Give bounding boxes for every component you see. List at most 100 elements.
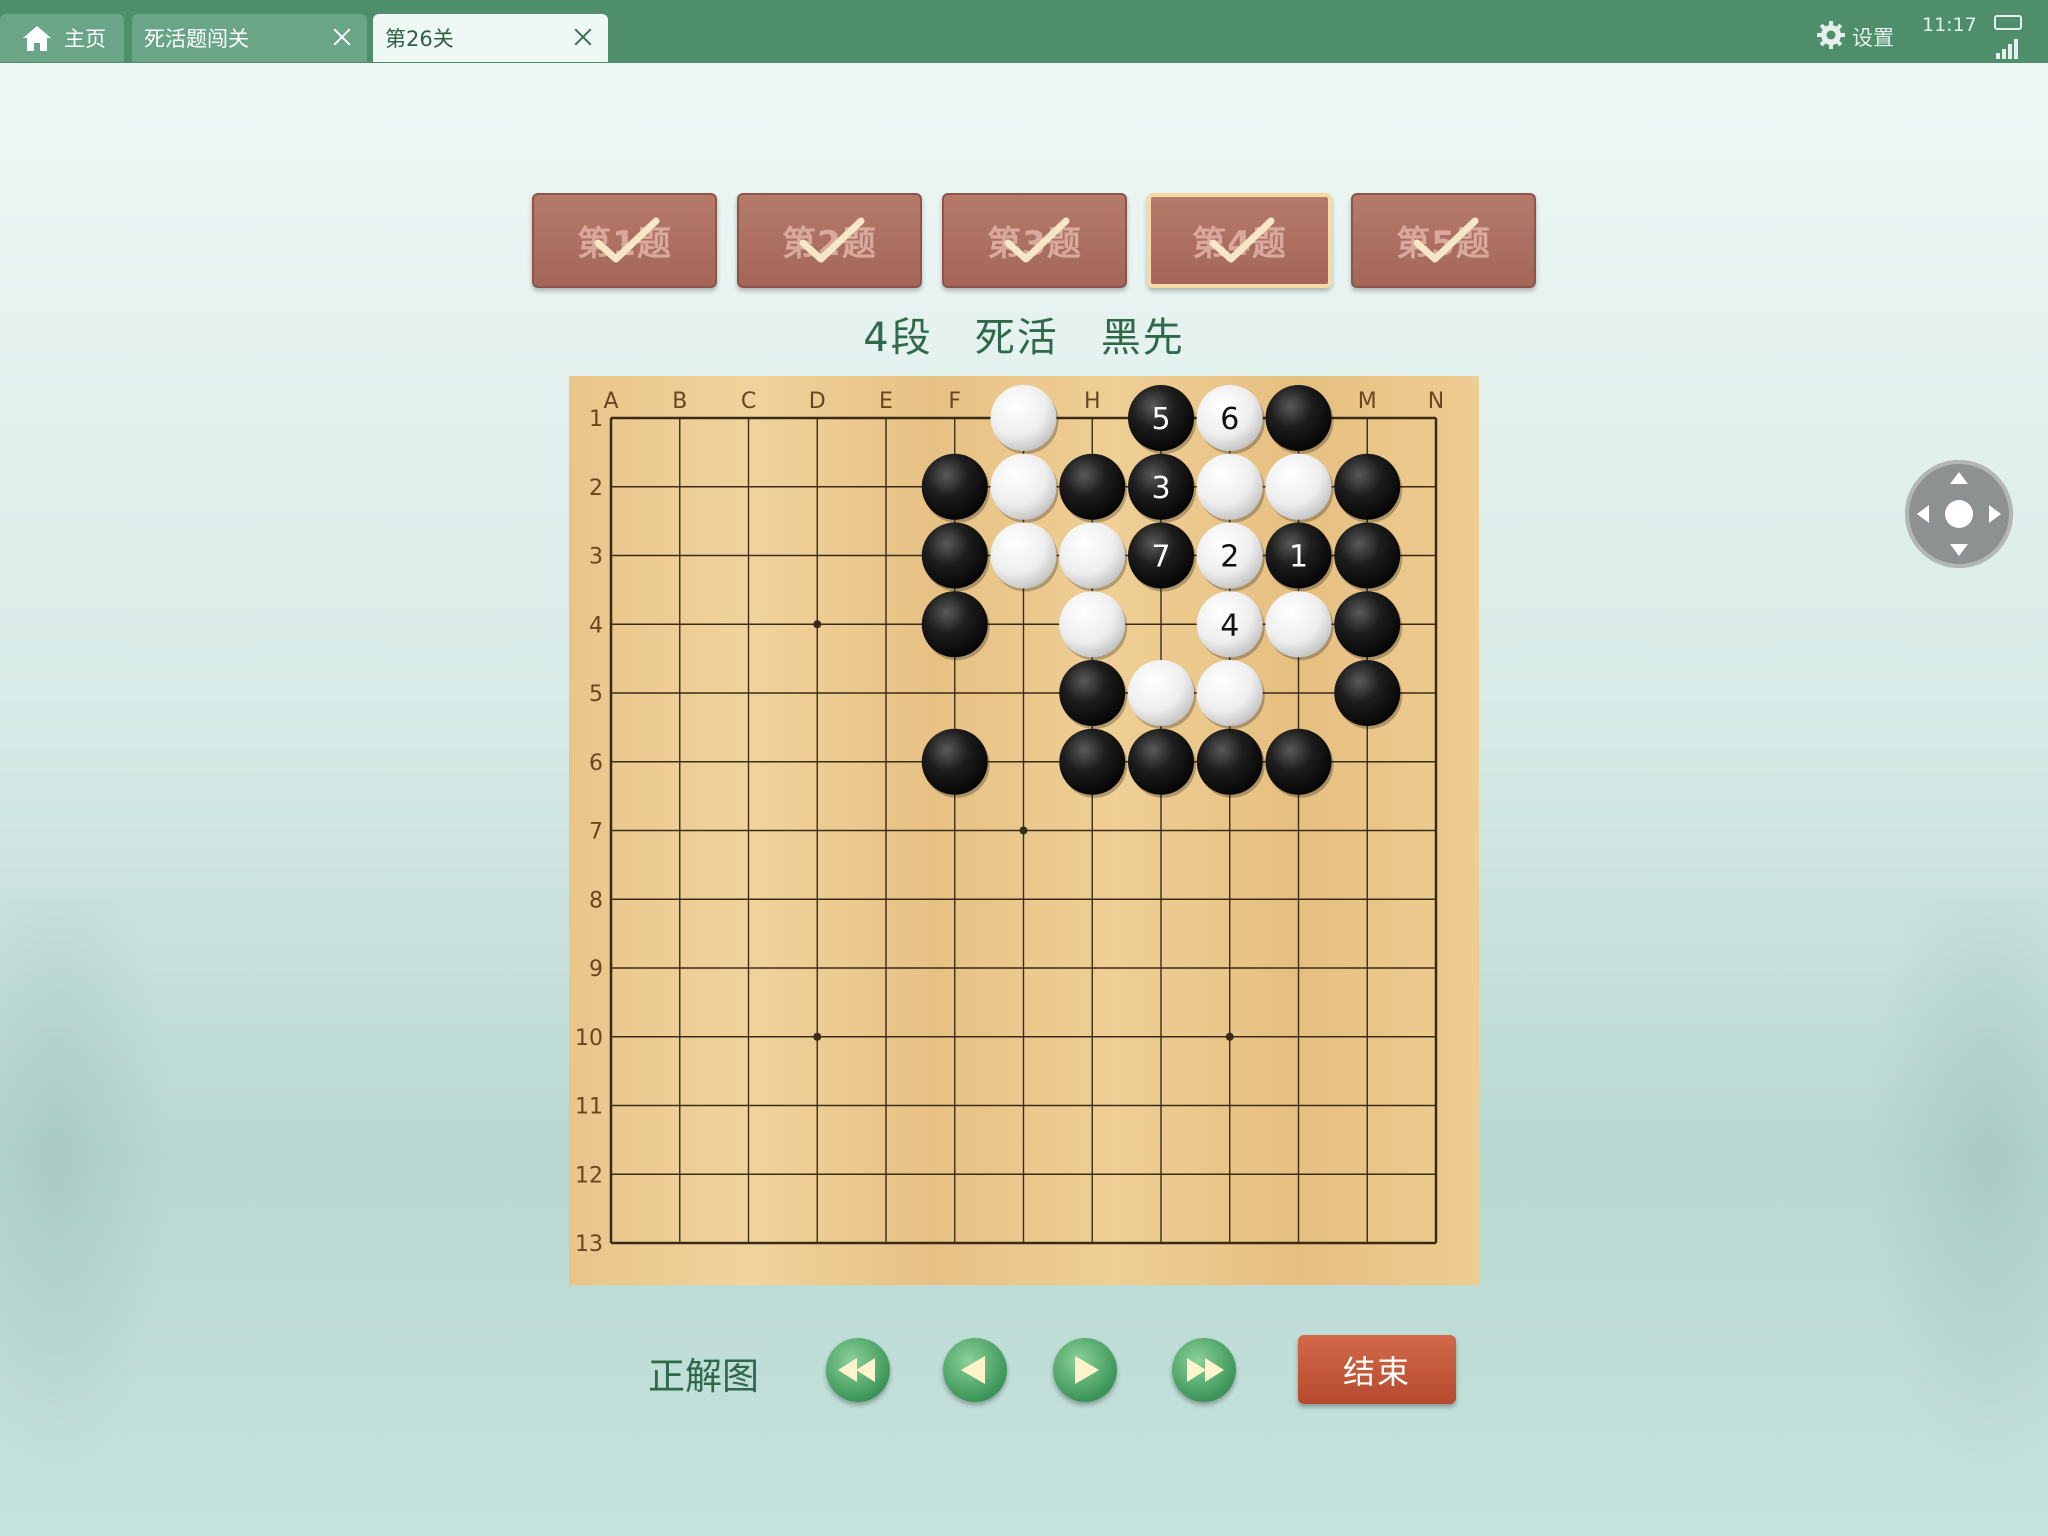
black-stone	[1128, 728, 1194, 795]
white-stone	[1196, 453, 1263, 520]
white-stone	[990, 453, 1057, 520]
question-3-button[interactable]: 第3题	[942, 193, 1127, 288]
move-number: 4	[1220, 608, 1239, 643]
play-left-icon	[961, 1356, 985, 1384]
close-icon[interactable]	[331, 26, 353, 48]
check-icon	[1413, 217, 1479, 263]
move-number: 7	[1151, 540, 1170, 575]
floating-joystick[interactable]	[1905, 460, 2013, 568]
move-number: 5	[1151, 402, 1170, 437]
black-stone	[1265, 728, 1332, 795]
row-label: 13	[575, 1232, 603, 1257]
black-stone	[1059, 728, 1126, 795]
black-stone	[1265, 385, 1332, 451]
bamboo-decoration-right	[1848, 900, 2048, 1536]
problem-title: 4段 死活 黑先	[863, 315, 1185, 361]
top-bar: 主页 死活题闯关 第26关 设置 11:17	[0, 0, 2048, 63]
check-icon	[1004, 217, 1070, 263]
star-point	[1019, 826, 1028, 835]
question-4-button[interactable]: 第4题	[1147, 193, 1332, 288]
white-stone	[1128, 660, 1194, 726]
tab-label: 死活题闯关	[144, 27, 249, 51]
previous-move-button[interactable]	[943, 1338, 1007, 1402]
column-label: A	[603, 389, 618, 414]
question-2-button[interactable]: 第2题	[737, 193, 922, 288]
board-canvas[interactable]: ABCDEFGHJKLMN123456789101112135637214	[569, 376, 1479, 1285]
rewind-icon	[838, 1358, 875, 1382]
column-label: B	[672, 389, 687, 414]
white-stone	[1059, 591, 1126, 658]
column-label: F	[948, 389, 961, 414]
white-stone	[990, 522, 1057, 589]
column-label: N	[1428, 389, 1444, 414]
black-stone	[1334, 591, 1401, 658]
question-5-button[interactable]: 第5题	[1351, 193, 1536, 288]
end-button[interactable]: 结束	[1298, 1335, 1456, 1404]
fast-forward-icon	[1187, 1358, 1224, 1382]
black-stone	[1334, 453, 1401, 520]
black-stone	[921, 591, 988, 658]
black-stone	[1059, 660, 1126, 726]
row-label: 11	[575, 1095, 603, 1120]
tab-label: 主页	[64, 27, 106, 51]
black-stone	[921, 728, 988, 795]
tab-deathlife-challenge[interactable]: 死活题闯关	[132, 14, 367, 62]
column-label: E	[879, 389, 893, 414]
move-number: 3	[1151, 471, 1170, 506]
first-move-button[interactable]	[826, 1338, 890, 1402]
white-stone	[990, 385, 1057, 451]
check-icon	[594, 217, 660, 263]
row-label: 12	[575, 1163, 603, 1188]
black-stone	[1196, 728, 1263, 795]
home-icon	[22, 24, 52, 52]
white-stone	[1265, 453, 1332, 520]
clock: 11:17	[1922, 14, 1977, 36]
solution-label: 正解图	[648, 1355, 759, 1398]
column-label: M	[1358, 389, 1377, 414]
star-point	[813, 1032, 822, 1041]
row-label: 5	[589, 682, 603, 707]
row-label: 10	[575, 1026, 603, 1051]
white-stone	[1059, 522, 1126, 589]
black-stone	[1334, 660, 1401, 726]
play-right-icon	[1075, 1356, 1099, 1384]
bamboo-decoration-left	[0, 900, 190, 1536]
close-icon[interactable]	[572, 26, 594, 48]
row-label: 3	[589, 545, 603, 570]
check-icon	[799, 217, 865, 263]
row-label: 9	[589, 957, 603, 982]
column-label: C	[741, 389, 756, 414]
direction-pad-icon	[1917, 472, 2001, 556]
row-label: 4	[589, 613, 603, 638]
black-stone	[921, 522, 988, 589]
settings-label[interactable]: 设置	[1852, 22, 1894, 52]
white-stone	[1265, 591, 1332, 658]
next-move-button[interactable]	[1053, 1338, 1117, 1402]
row-label: 7	[589, 820, 603, 845]
tab-level-26[interactable]: 第26关	[373, 14, 608, 62]
white-stone	[1196, 660, 1263, 726]
row-label: 2	[589, 476, 603, 501]
question-1-button[interactable]: 第1题	[532, 193, 717, 288]
column-label: D	[809, 389, 826, 414]
move-number: 6	[1220, 402, 1239, 437]
black-stone	[921, 453, 988, 520]
check-icon	[1209, 217, 1275, 263]
move-number: 2	[1220, 540, 1239, 575]
tab-label: 第26关	[385, 27, 454, 51]
black-stone	[1334, 522, 1401, 589]
row-label: 1	[589, 407, 603, 432]
last-move-button[interactable]	[1172, 1338, 1236, 1402]
battery-icon	[1994, 15, 2022, 30]
column-label: H	[1084, 389, 1101, 414]
gear-icon[interactable]	[1816, 20, 1846, 50]
star-point	[813, 620, 822, 629]
signal-icon	[1994, 38, 2022, 60]
move-number: 1	[1289, 540, 1308, 575]
star-point	[1225, 1032, 1234, 1041]
row-label: 6	[589, 751, 603, 776]
row-label: 8	[589, 888, 603, 913]
tab-home[interactable]: 主页	[0, 14, 124, 62]
go-board[interactable]: ABCDEFGHJKLMN123456789101112135637214	[569, 376, 1479, 1285]
black-stone	[1059, 453, 1126, 520]
